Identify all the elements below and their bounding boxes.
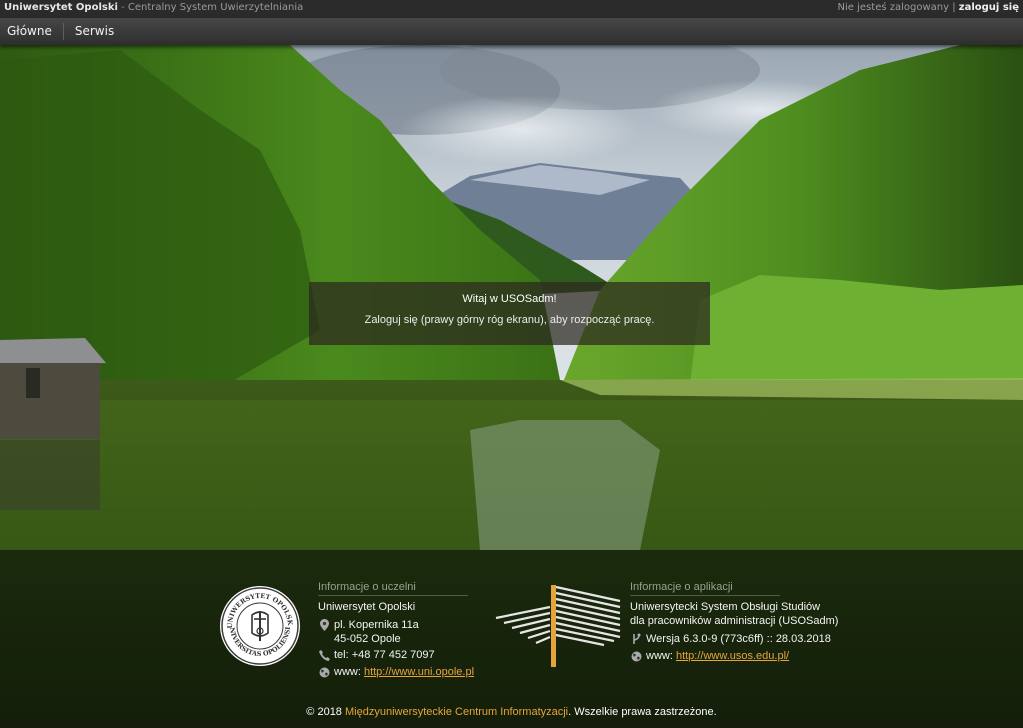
footer: UNIWERSYTET OPOLSKI UNIVERSITAS OPOLIENS… (0, 550, 1023, 728)
usos-logo (495, 585, 621, 667)
copyright-prefix: © 2018 (306, 706, 345, 718)
welcome-panel: Witaj w USOSadm! Zaloguj się (prawy górn… (309, 282, 710, 345)
login-status: Nie jesteś zalogowany | zaloguj się (838, 0, 1019, 18)
application-www-label: www: (646, 650, 676, 662)
application-name-line2: dla pracowników administracji (USOSadm) (630, 615, 839, 627)
university-name: Uniwersytet Opolski (4, 2, 118, 13)
university-phone: tel: +48 77 452 7097 (334, 649, 435, 661)
university-website-link[interactable]: http://www.uni.opole.pl (364, 666, 474, 678)
nav-divider (62, 23, 64, 40)
university-address-city: 45-052 Opole (334, 633, 401, 645)
globe-icon (630, 650, 642, 662)
application-version: Wersja 6.3.0-9 (773c6ff) :: 28.03.2018 (646, 633, 831, 645)
welcome-message: Zaloguj się (prawy górny róg ekranu), ab… (364, 314, 655, 326)
university-seal-logo: UNIWERSYTET OPOLSKI UNIVERSITAS OPOLIENS… (219, 585, 300, 666)
copyright-suffix: . Wszelkie prawa zastrzeżone. (568, 706, 717, 718)
welcome-title: Witaj w USOSadm! (462, 293, 557, 305)
copyright-notice: © 2018 Międzyuniwersyteckie Centrum Info… (0, 706, 1023, 718)
login-divider: | (949, 2, 959, 13)
university-info-heading: Informacje o uczelni (318, 581, 468, 596)
university-info-name: Uniwersytet Opolski (318, 601, 416, 613)
application-name-line1: Uniwersytecki System Obsługi Studiów (630, 601, 821, 613)
system-name: Centralny System Uwierzytelniania (127, 2, 304, 13)
application-info-heading: Informacje o aplikacji (630, 581, 780, 596)
main-navigation: Główne Serwis (0, 18, 1023, 45)
title-separator: - (117, 2, 128, 13)
nav-item-glowne[interactable]: Główne (0, 18, 59, 45)
university-info: Informacje o uczelni Uniwersytet Opolski… (318, 581, 474, 679)
globe-icon (318, 666, 330, 678)
login-status-text: Nie jesteś zalogowany (837, 2, 950, 13)
phone-icon (318, 649, 330, 661)
application-info: Informacje o aplikacji Uniwersytecki Sys… (630, 581, 838, 663)
top-bar: Uniwersytet Opolski - Centralny System U… (0, 0, 1023, 18)
map-pin-icon (318, 619, 330, 631)
usos-website-link[interactable]: http://www.usos.edu.pl/ (676, 650, 789, 662)
university-address-street: pl. Kopernika 11a (334, 619, 419, 631)
version-branch-icon (630, 633, 642, 645)
top-bar-left: Uniwersytet Opolski - Centralny System U… (4, 0, 303, 18)
login-link[interactable]: zaloguj się (959, 2, 1019, 13)
university-www-label: www: (334, 666, 364, 678)
nav-item-serwis[interactable]: Serwis (68, 18, 121, 45)
mucn-link[interactable]: Międzyuniwersyteckie Centrum Informatyza… (345, 706, 568, 718)
